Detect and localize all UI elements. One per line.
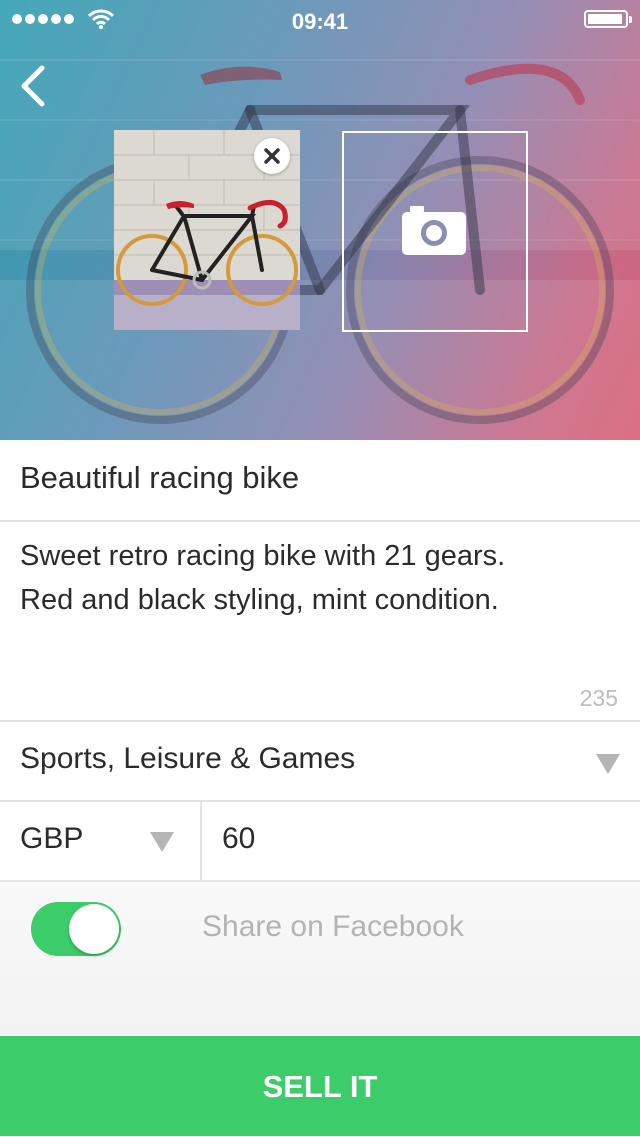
battery-icon xyxy=(584,10,632,28)
title-input-value: Beautiful racing bike xyxy=(20,460,300,495)
back-chevron-icon xyxy=(21,65,45,107)
sell-it-button[interactable]: SELL IT xyxy=(0,1036,640,1136)
currency-value: GBP xyxy=(20,822,84,855)
triangle-down-icon xyxy=(596,754,620,774)
camera-icon xyxy=(402,206,466,255)
back-button[interactable] xyxy=(16,62,56,110)
remove-photo-button[interactable] xyxy=(254,138,290,174)
category-select[interactable]: Sports, Leisure & Games xyxy=(0,722,640,802)
price-row: GBP 60 xyxy=(0,802,640,882)
share-facebook-label: Share on Facebook xyxy=(202,910,464,943)
share-section: Share on Facebook xyxy=(0,882,640,1036)
close-icon xyxy=(264,148,280,164)
description-field[interactable]: Sweet retro racing bike with 21 gears. R… xyxy=(0,522,640,722)
category-value: Sports, Leisure & Games xyxy=(20,742,356,775)
currency-select[interactable]: GBP xyxy=(0,802,202,880)
share-facebook-toggle[interactable] xyxy=(31,902,121,956)
add-photo-button[interactable] xyxy=(342,131,528,332)
status-bar: 09:41 xyxy=(0,0,640,40)
price-input-value[interactable]: 60 xyxy=(222,822,255,856)
character-count: 235 xyxy=(579,685,618,711)
bike-background-image xyxy=(0,0,640,440)
status-time: 09:41 xyxy=(291,9,349,34)
title-field[interactable]: Beautiful racing bike xyxy=(0,440,640,522)
description-input-value: Sweet retro racing bike with 21 gears. R… xyxy=(20,540,506,616)
battery-level xyxy=(588,14,623,24)
photo-header: 09:41 xyxy=(0,0,640,440)
toggle-knob xyxy=(69,904,119,954)
triangle-down-icon xyxy=(150,832,174,852)
